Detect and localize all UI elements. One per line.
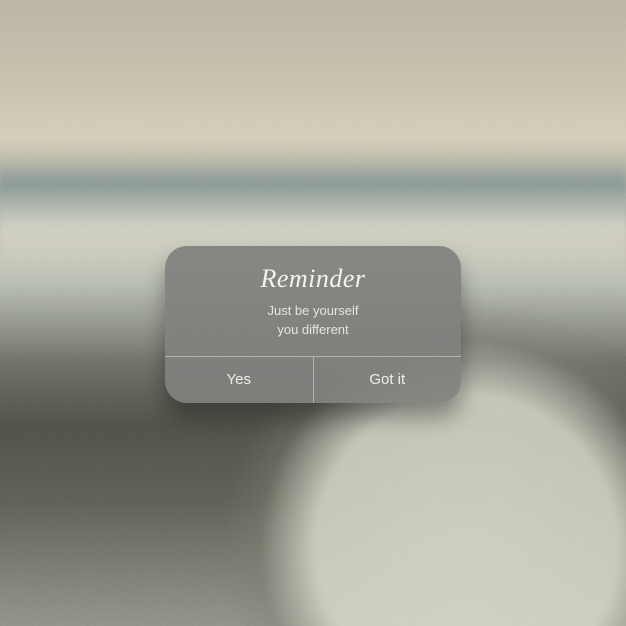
dialog-body: Reminder Just be yourself you different bbox=[165, 246, 461, 356]
dialog-title: Reminder bbox=[185, 264, 441, 294]
got-it-button[interactable]: Got it bbox=[313, 357, 462, 403]
reminder-dialog: Reminder Just be yourself you different … bbox=[165, 246, 461, 403]
dialog-message: Just be yourself you different bbox=[185, 302, 441, 340]
dialog-actions: Yes Got it bbox=[165, 356, 461, 403]
yes-button[interactable]: Yes bbox=[165, 357, 313, 403]
